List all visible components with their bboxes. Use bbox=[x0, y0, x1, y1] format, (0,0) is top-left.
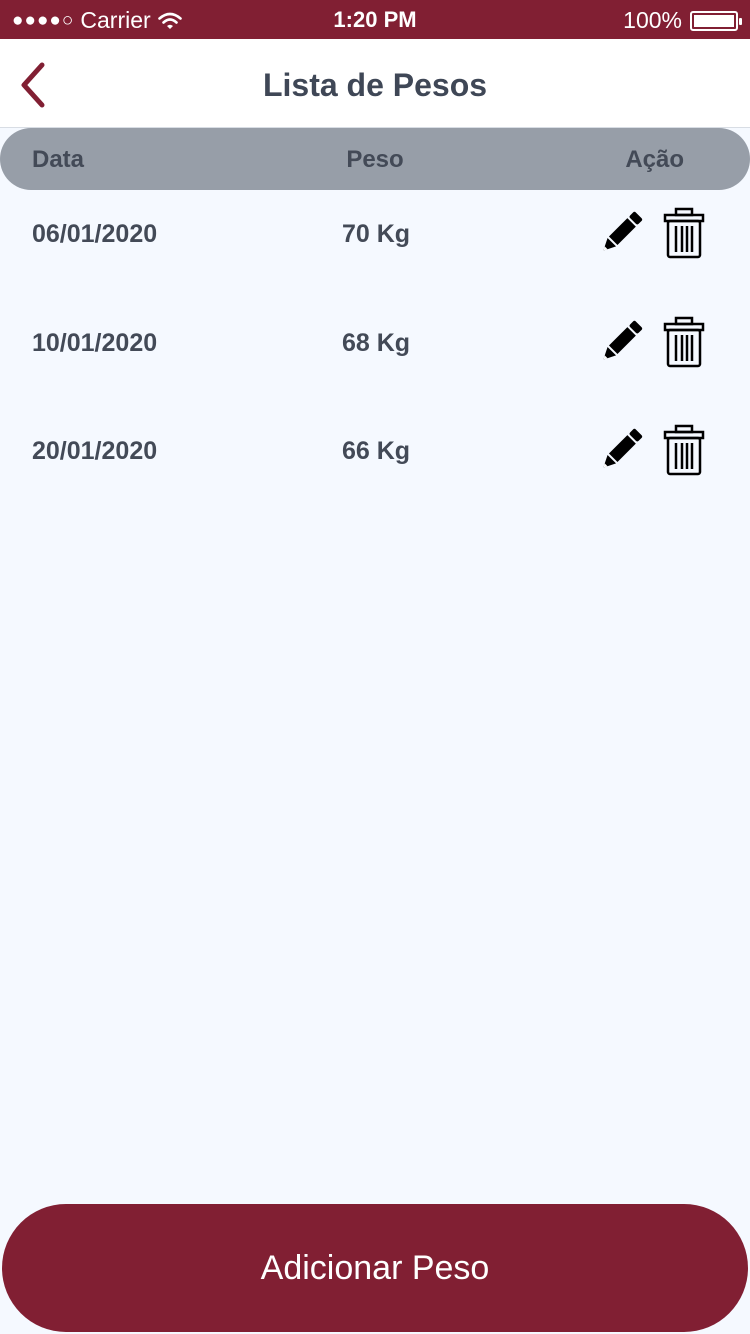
row-weight: 66 Kg bbox=[342, 437, 411, 465]
battery-percentage: 100% bbox=[623, 7, 682, 33]
pencil-icon[interactable] bbox=[598, 427, 644, 473]
table-row: 10/01/2020 68 Kg bbox=[0, 299, 750, 407]
trash-icon[interactable] bbox=[662, 424, 706, 476]
table-row: 20/01/2020 66 Kg bbox=[0, 407, 750, 515]
status-bar: ●●●●○ Carrier 1:20 PM 100% bbox=[0, 0, 750, 39]
add-weight-button[interactable]: Adicionar Peso bbox=[2, 1204, 748, 1332]
navigation-bar: Lista de Pesos bbox=[0, 39, 750, 128]
row-weight: 70 Kg bbox=[342, 220, 411, 248]
row-date: 06/01/2020 bbox=[32, 220, 158, 248]
table-row: 06/01/2020 70 Kg bbox=[0, 190, 750, 298]
pencil-icon[interactable] bbox=[598, 319, 644, 365]
table-header: Data Peso Ação bbox=[0, 128, 750, 190]
pencil-icon[interactable] bbox=[598, 210, 644, 256]
row-date: 10/01/2020 bbox=[32, 329, 158, 357]
row-weight: 68 Kg bbox=[342, 329, 411, 357]
add-weight-button-label: Adicionar Peso bbox=[260, 1248, 490, 1287]
status-right: 100% bbox=[623, 7, 742, 34]
battery-level bbox=[694, 14, 734, 27]
page-title: Lista de Pesos bbox=[262, 67, 488, 103]
trash-icon[interactable] bbox=[662, 316, 706, 368]
battery-icon bbox=[690, 10, 742, 31]
trash-icon[interactable] bbox=[662, 207, 706, 259]
column-header-acao: Ação bbox=[625, 146, 684, 173]
row-date: 20/01/2020 bbox=[32, 437, 158, 465]
weight-list-screen: ●●●●○ Carrier 1:20 PM 100% Lista de Peso… bbox=[0, 0, 750, 1334]
